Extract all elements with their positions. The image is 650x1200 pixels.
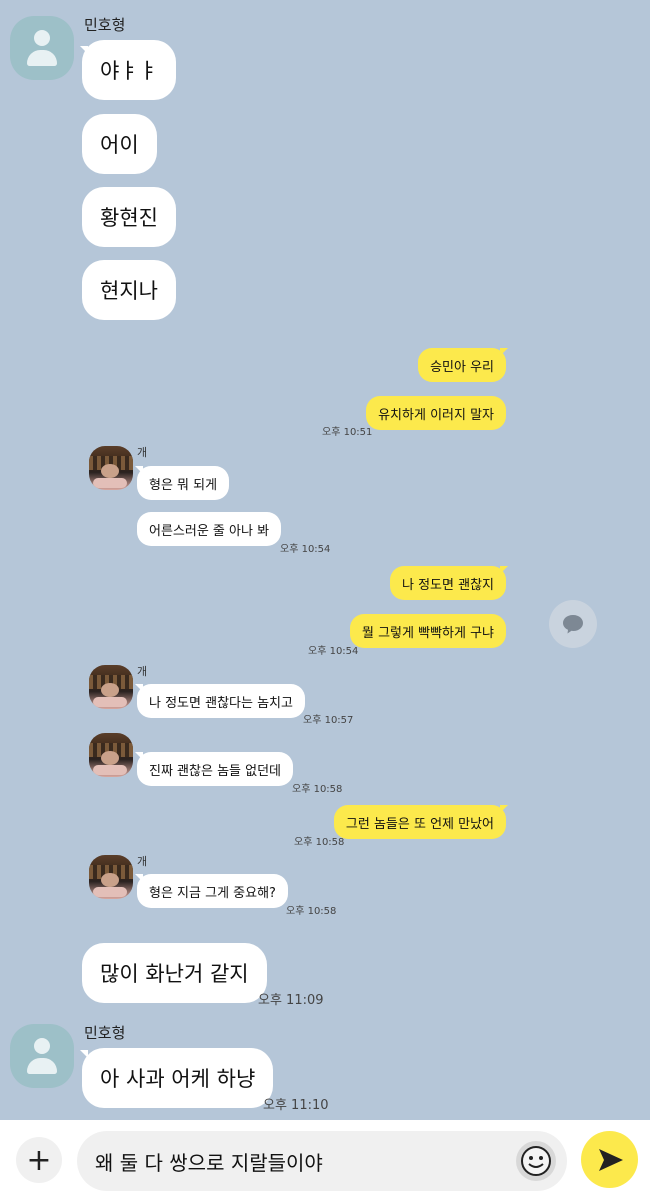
profile-avatar[interactable] xyxy=(89,733,133,777)
emoji-icon[interactable] xyxy=(516,1141,556,1181)
sender-name: 개 xyxy=(137,855,148,868)
message-bubble[interactable]: 나 정도면 괜찮다는 놈치고 xyxy=(137,684,305,718)
message-bubble[interactable]: 어른스러운 줄 아나 봐 xyxy=(137,512,282,546)
timestamp: 오후 11:09 xyxy=(258,993,324,1008)
sender-name: 민호형 xyxy=(84,16,126,34)
message-bubble[interactable]: 아 사과 어케 하냥 xyxy=(82,1048,274,1108)
plus-icon[interactable]: + xyxy=(16,1137,62,1183)
message-bubble[interactable]: 야ㅑㅑ xyxy=(82,40,176,100)
timestamp: 오후 11:10 xyxy=(263,1098,329,1113)
share-chat-icon[interactable] xyxy=(549,600,597,648)
profile-avatar[interactable] xyxy=(10,16,74,80)
timestamp: 오후 10:58 xyxy=(286,906,337,917)
my-message-bubble[interactable]: 뭘 그렇게 빡빡하게 구냐 xyxy=(350,614,506,648)
timestamp: 오후 10:54 xyxy=(280,544,331,555)
message-bubble[interactable]: 황현진 xyxy=(82,187,176,247)
timestamp: 오후 10:58 xyxy=(292,784,343,795)
my-message-bubble[interactable]: 유치하게 이러지 말자 xyxy=(366,396,506,430)
sender-name: 개 xyxy=(137,665,148,678)
timestamp: 오후 10:51 xyxy=(322,427,373,438)
message-bubble[interactable]: 현지나 xyxy=(82,260,176,320)
message-input-text: 왜 둘 다 쌍으로 지랄들이야 xyxy=(95,1150,323,1175)
timestamp: 오후 10:58 xyxy=(294,837,345,848)
sender-name: 개 xyxy=(137,446,148,459)
my-message-bubble[interactable]: 나 정도면 괜찮지 xyxy=(390,566,506,600)
sender-name: 민호형 xyxy=(84,1024,126,1042)
message-input[interactable]: 왜 둘 다 쌍으로 지랄들이야 xyxy=(77,1131,567,1191)
default-avatar-icon xyxy=(34,1038,50,1054)
message-bubble[interactable]: 형은 뭐 되게 xyxy=(137,466,230,500)
message-bubble[interactable]: 어이 xyxy=(82,114,157,174)
profile-avatar[interactable] xyxy=(89,665,133,709)
message-bubble[interactable]: 진짜 괜찮은 놈들 없던데 xyxy=(137,752,293,786)
timestamp: 오후 10:57 xyxy=(303,715,354,726)
my-message-bubble[interactable]: 승민아 우리 xyxy=(418,348,506,382)
profile-avatar[interactable] xyxy=(10,1024,74,1088)
message-bubble[interactable]: 많이 화난거 같지 xyxy=(82,943,267,1003)
timestamp: 오후 10:54 xyxy=(308,646,359,657)
profile-avatar[interactable] xyxy=(89,446,133,490)
profile-avatar[interactable] xyxy=(89,855,133,899)
send-icon[interactable] xyxy=(581,1131,638,1188)
my-message-bubble[interactable]: 그런 놈들은 또 언제 만났어 xyxy=(333,805,506,839)
default-avatar-icon xyxy=(34,30,50,46)
message-bubble[interactable]: 형은 지금 그게 중요해? xyxy=(137,874,288,908)
